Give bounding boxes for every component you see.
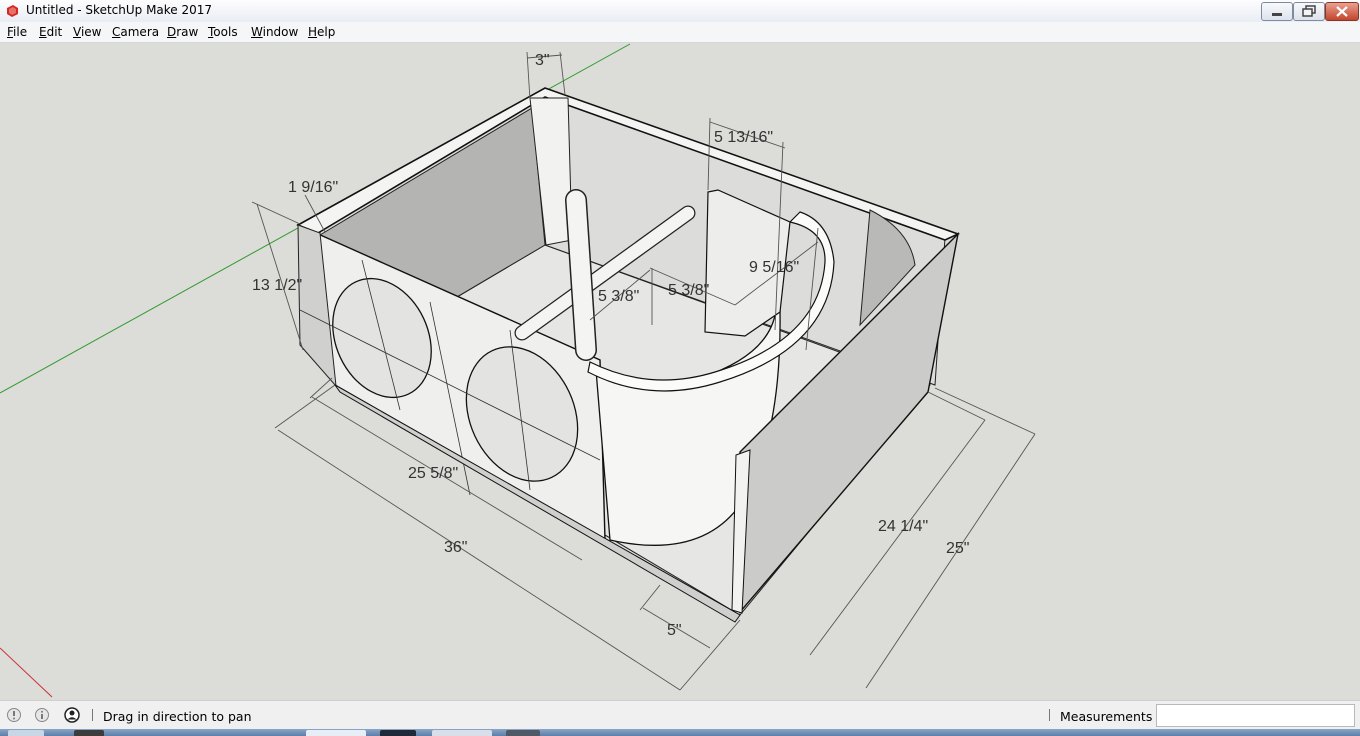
dim-label-2: 5 13/16" xyxy=(714,129,773,146)
red-axis xyxy=(0,647,53,698)
status-bar: Drag in direction to pan Measurements xyxy=(0,700,1360,729)
menu-camera[interactable]: Camera xyxy=(112,25,159,39)
menu-view[interactable]: View xyxy=(73,25,101,39)
minimize-button[interactable] xyxy=(1261,2,1293,21)
taskbar-item[interactable] xyxy=(74,730,104,736)
menu-help[interactable]: Help xyxy=(308,25,335,39)
taskbar-item-sketchup[interactable] xyxy=(306,730,366,736)
close-button[interactable] xyxy=(1325,2,1359,21)
dim-label-8: 25 5/8" xyxy=(408,465,458,482)
model-viewport[interactable]: 3" 5 13/16" 1 9/16" 13 1/2" 9 5/16" 5 3/… xyxy=(0,43,1360,699)
dim-label-1: 3" xyxy=(535,52,550,69)
title-bar: Untitled - SketchUp Make 2017 xyxy=(0,0,1360,23)
status-separator xyxy=(1049,709,1050,721)
menu-draw[interactable]: Draw xyxy=(167,25,198,39)
menu-file[interactable]: File xyxy=(7,25,27,39)
sketchup-logo-icon xyxy=(7,5,18,17)
dim-label-9: 36" xyxy=(444,539,467,556)
status-separator xyxy=(92,709,93,721)
measurements-input[interactable] xyxy=(1156,704,1355,727)
minimize-icon xyxy=(1272,13,1282,16)
dim-label-4: 13 1/2" xyxy=(252,277,302,294)
dim-label-11: 25" xyxy=(946,540,969,557)
taskbar-item[interactable] xyxy=(380,730,416,736)
menu-edit[interactable]: Edit xyxy=(39,25,62,39)
dim-label-12: 5" xyxy=(667,622,682,639)
window-title: Untitled - SketchUp Make 2017 xyxy=(26,3,213,17)
brace-vertical-fill xyxy=(566,190,596,360)
model-drawing[interactable]: 3" 5 13/16" 1 9/16" 13 1/2" 9 5/16" 5 3/… xyxy=(0,43,1360,699)
taskbar-item[interactable] xyxy=(432,730,492,736)
credits-icon[interactable] xyxy=(34,707,50,723)
close-icon xyxy=(1336,6,1348,17)
restore-button[interactable] xyxy=(1293,2,1325,21)
geo-location-icon[interactable] xyxy=(6,707,22,723)
menu-window[interactable]: Window xyxy=(251,25,298,39)
dim-label-10: 24 1/4" xyxy=(878,518,928,535)
user-account-icon[interactable] xyxy=(64,707,80,723)
taskbar-item[interactable] xyxy=(506,730,540,736)
status-hint: Drag in direction to pan xyxy=(103,709,252,724)
taskbar xyxy=(0,729,1360,736)
restore-icon xyxy=(1302,5,1316,17)
dim-label-7: 5 3/8" xyxy=(668,282,709,299)
dim-label-5: 9 5/16" xyxy=(749,259,799,276)
menu-bar: File Edit View Camera Draw Tools Window … xyxy=(0,22,1360,43)
dim-label-3: 1 9/16" xyxy=(288,179,338,196)
dim-label-6: 5 3/8" xyxy=(598,288,639,305)
menu-tools[interactable]: Tools xyxy=(208,25,238,39)
start-button[interactable] xyxy=(8,730,44,736)
measurements-label: Measurements xyxy=(1060,709,1153,724)
